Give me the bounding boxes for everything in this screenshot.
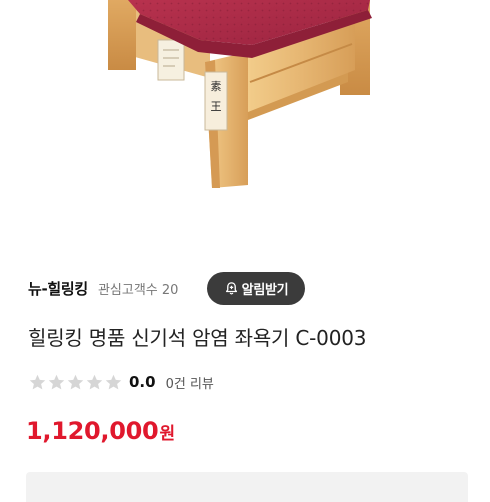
store-name[interactable]: 뉴-힐링킹 (28, 278, 88, 299)
star-icon (47, 373, 66, 392)
product-price: 1,120,000원 (26, 417, 175, 445)
bottom-info-panel (26, 472, 468, 502)
product-title: 힐링킹 명품 신기석 암염 좌욕기 C-0003 (28, 326, 367, 350)
svg-text:王: 王 (211, 100, 222, 113)
price-amount: 1,120,000 (26, 417, 159, 445)
star-icon (66, 373, 85, 392)
notification-subscribe-button[interactable]: 알림받기 (207, 272, 305, 305)
product-image[interactable]: 素 王 (0, 0, 490, 250)
store-info: 뉴-힐링킹 관심고객수 20 (28, 270, 178, 306)
svg-text:素: 素 (211, 80, 222, 93)
rating-score: 0.0 (129, 373, 156, 391)
notification-subscribe-label: 알림받기 (241, 283, 289, 298)
store-fans-count: 관심고객수 20 (97, 282, 179, 298)
bell-plus-icon (224, 281, 239, 296)
star-icon (28, 373, 47, 392)
price-unit: 원 (159, 424, 175, 444)
review-count-link[interactable]: 0건 리뷰 (166, 373, 214, 392)
star-icon (85, 373, 104, 392)
star-rating (28, 373, 123, 392)
rating-row[interactable]: 0.0 0건 리뷰 (28, 372, 214, 392)
star-icon (104, 373, 123, 392)
